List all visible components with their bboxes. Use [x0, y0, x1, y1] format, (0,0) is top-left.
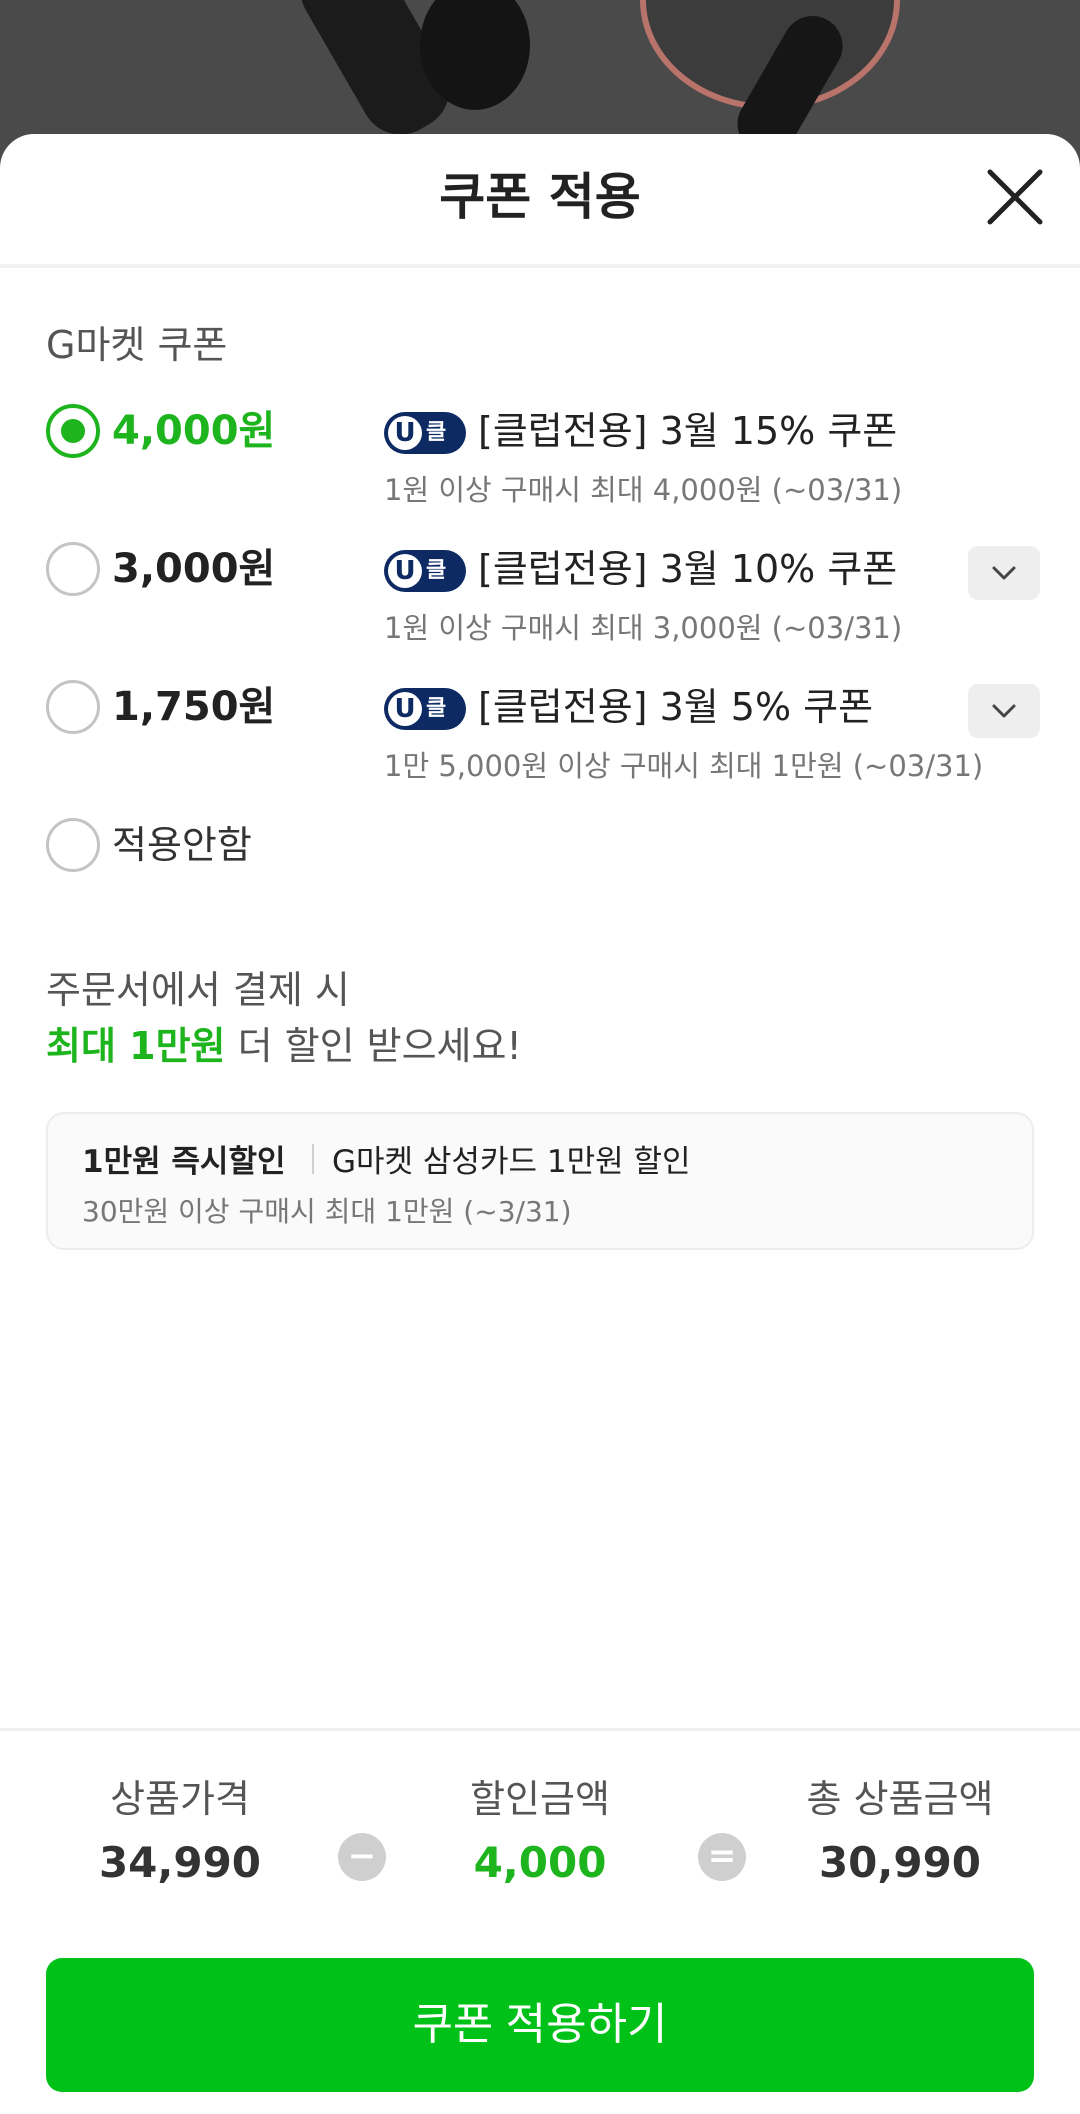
expand-button[interactable] — [968, 546, 1040, 600]
coupon-option-1[interactable]: 4,000원 U 클럽 [클럽전용] 3월 15% 쿠폰 1원 이상 구매시 최… — [0, 404, 1080, 544]
sheet-title: 쿠폰 적용 — [439, 168, 641, 226]
coupon-condition: 1원 이상 구매시 최대 3,000원 (~03/31) — [384, 611, 903, 645]
card-offer-condition: 30만원 이상 구매시 최대 1만원 (~3/31) — [82, 1195, 572, 1228]
promo-rest: 더 할인 받으세요! — [225, 1024, 522, 1068]
coupon-option-2[interactable]: 3,000원 U 클럽 [클럽전용] 3월 10% 쿠폰 1원 이상 구매시 최… — [0, 542, 1080, 682]
promo-line-2: 최대 1만원 더 할인 받으세요! — [46, 1018, 522, 1074]
promo-highlight: 최대 1만원 — [46, 1024, 226, 1068]
radio-button[interactable] — [46, 680, 100, 734]
divider — [312, 1144, 314, 1174]
no-apply-label: 적용안함 — [112, 823, 252, 867]
card-offer-title: 1만원 즉시할인 — [82, 1144, 286, 1180]
summary-discount: 할인금액 4,000 — [380, 1771, 700, 1899]
coupon-name: [클럽전용] 3월 5% 쿠폰 — [478, 685, 874, 729]
radio-button[interactable] — [46, 818, 100, 872]
apply-coupon-button[interactable]: 쿠폰 적용하기 — [46, 1958, 1034, 2092]
card-offer-description: G마켓 삼성카드 1만원 할인 — [332, 1144, 691, 1180]
coupon-amount: 3,000원 — [112, 546, 276, 592]
chevron-down-icon — [992, 566, 1016, 580]
coupon-name: [클럽전용] 3월 15% 쿠폰 — [478, 409, 898, 453]
uclub-badge-icon: U 클럽 — [384, 412, 466, 487]
coupon-bottom-sheet: 쿠폰 적용 G마켓 쿠폰 4,000원 U 클럽 [클럽전용] 3월 15% 쿠… — [0, 134, 1080, 2114]
radio-button[interactable] — [46, 542, 100, 596]
uclub-badge-icon: U 클럽 — [384, 550, 466, 625]
coupon-amount: 1,750원 — [112, 684, 276, 730]
minus-icon: − — [338, 1833, 386, 1881]
coupon-option-3[interactable]: 1,750원 U 클럽 [클럽전용] 3월 5% 쿠폰 1만 5,000원 이상… — [0, 680, 1080, 820]
total-label: 총 상품금액 — [806, 1777, 994, 1821]
coupon-condition: 1원 이상 구매시 최대 4,000원 (~03/31) — [384, 473, 903, 507]
price-label: 상품가격 — [110, 1777, 250, 1821]
radio-button-selected[interactable] — [46, 404, 100, 458]
discount-label: 할인금액 — [470, 1777, 610, 1821]
equals-icon: = — [698, 1833, 746, 1881]
price-summary: 상품가격 34,990 − 할인금액 4,000 = 총 상품금액 30,990 — [0, 1728, 1080, 1958]
promo-message: 주문서에서 결제 시 최대 1만원 더 할인 받으세요! — [46, 962, 522, 1074]
section-label-gmarket-coupon: G마켓 쿠폰 — [46, 323, 228, 367]
expand-button[interactable] — [968, 684, 1040, 738]
coupon-condition: 1만 5,000원 이상 구매시 최대 1만원 (~03/31) — [384, 749, 984, 783]
price-value: 34,990 — [98, 1838, 262, 1887]
summary-price: 상품가격 34,990 — [20, 1771, 340, 1899]
chevron-down-icon — [992, 704, 1016, 718]
coupon-name: [클럽전용] 3월 10% 쿠폰 — [478, 547, 898, 591]
promo-line-1: 주문서에서 결제 시 — [46, 968, 350, 1012]
uclub-badge-icon: U 클럽 — [384, 688, 466, 763]
discount-value: 4,000 — [473, 1838, 607, 1887]
total-value: 30,990 — [818, 1838, 982, 1887]
sheet-header: 쿠폰 적용 — [0, 134, 1080, 268]
coupon-amount: 4,000원 — [112, 408, 276, 454]
summary-total: 총 상품금액 30,990 — [740, 1771, 1060, 1899]
card-discount-offer: 1만원 즉시할인 G마켓 삼성카드 1만원 할인 30만원 이상 구매시 최대 … — [46, 1112, 1034, 1250]
coupon-option-none[interactable]: 적용안함 — [0, 818, 1080, 878]
close-icon[interactable] — [984, 166, 1046, 228]
